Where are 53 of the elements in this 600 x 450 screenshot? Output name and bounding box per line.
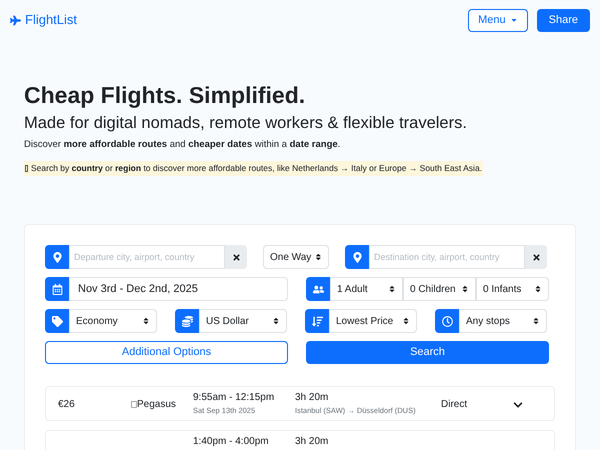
share-button[interactable]: Share <box>536 8 590 32</box>
select-field[interactable]: 0 Children <box>403 277 476 301</box>
destination-input[interactable]: Destination city, airport, country <box>369 245 525 269</box>
location-pin-icon <box>345 245 369 269</box>
intro-text: Discover more affordable routes and cheaper dates within a date range. <box>24 138 342 152</box>
flight-times: 1:40pm - 4:00pm <box>193 435 270 449</box>
missing-glyph-icon <box>25 165 28 172</box>
hero-subtitle: Made for digital nomads, remote workers & flexible travelers. <box>24 113 468 134</box>
clear-button[interactable] <box>525 245 547 269</box>
flight-duration: 3h 20m <box>295 435 330 449</box>
select-field[interactable]: Any stops <box>459 309 547 333</box>
tag-icon <box>45 309 69 333</box>
coins-icon <box>175 309 199 333</box>
sort-icon <box>142 317 150 325</box>
brand-link[interactable]: FlightList <box>10 10 78 30</box>
plane-icon <box>10 14 21 26</box>
tip-text: Search by country or region to discover more affordable routes, like Netherlands → Italy or Europe → South East Asia. <box>31 162 482 175</box>
price-text: €26 <box>58 399 75 410</box>
sort-icon <box>532 317 540 325</box>
select-field[interactable]: 1 Adult <box>330 277 403 301</box>
close-icon <box>532 252 540 262</box>
departure-input[interactable]: Departure city, airport, country <box>69 245 225 269</box>
broken-image-icon <box>131 401 137 408</box>
select-field[interactable]: US Dollar <box>199 309 287 333</box>
date-range-field[interactable]: Nov 3rd - Dec 2nd, 2025 <box>69 277 288 301</box>
hero-title: Cheap Flights. Simplified. <box>24 81 306 110</box>
additional-options-button[interactable]: Additional Options <box>45 341 288 364</box>
menu-button[interactable]: Menu <box>468 8 528 32</box>
caret-icon <box>510 16 518 24</box>
chevron-down-icon[interactable] <box>513 400 523 410</box>
sort-icon <box>315 253 322 261</box>
timer-icon <box>435 309 459 333</box>
sort-icon <box>402 317 410 325</box>
sort-icon <box>305 309 329 333</box>
select-field[interactable]: Economy <box>69 309 157 333</box>
select-field[interactable]: One Way <box>263 245 329 269</box>
sort-icon <box>534 285 542 293</box>
airline-logo-alt-text: Pegasus <box>131 397 193 412</box>
flight-duration: 3h 20m <box>295 391 330 405</box>
flight-result-card[interactable]: 1:40pm - 4:00pm 3h 20m <box>45 430 555 450</box>
select-field[interactable]: 0 Infants <box>476 277 549 301</box>
close-icon <box>232 252 240 262</box>
calendar-icon <box>45 277 69 301</box>
sort-icon <box>461 285 469 293</box>
sort-icon <box>388 285 396 293</box>
clear-button[interactable] <box>225 245 247 269</box>
people-icon <box>306 277 330 301</box>
stops-text: Direct <box>441 399 468 410</box>
select-field[interactable]: Lowest Price <box>329 309 417 333</box>
flight-times: 9:55am - 12:15pm <box>193 391 276 405</box>
location-pin-icon <box>45 245 69 269</box>
search-button[interactable]: Search <box>306 341 549 364</box>
sort-icon <box>272 317 280 325</box>
